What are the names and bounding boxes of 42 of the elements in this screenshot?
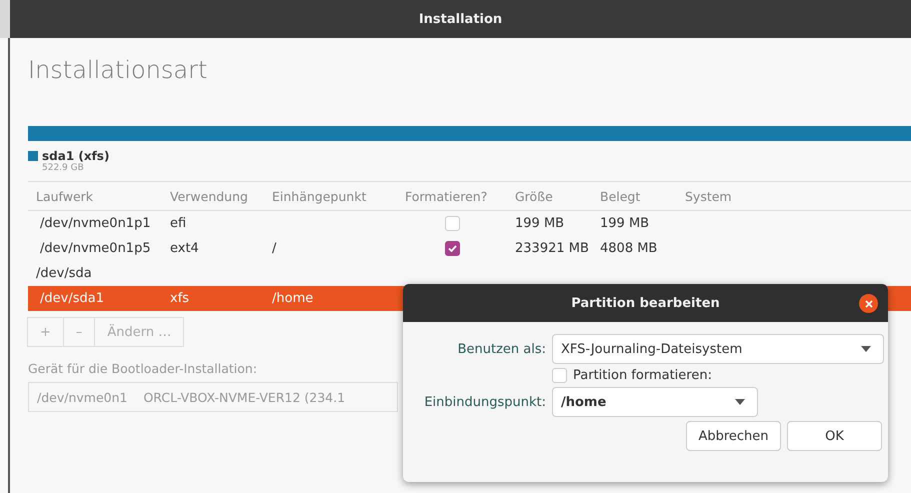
table-row[interactable]: /dev/nvme0n1p5 ext4 / 233921 MB 4808 MB — [28, 236, 911, 261]
table-row[interactable]: /dev/nvme0n1p1 efi 199 MB 199 MB — [28, 211, 911, 236]
caret-icon — [861, 346, 871, 352]
dialog-title: Partition bearbeiten — [571, 296, 720, 310]
window-title: Installation — [418, 12, 502, 26]
table-row[interactable]: /dev/sda — [28, 261, 911, 286]
table-cell-text: / — [272, 241, 278, 256]
format-checkbox[interactable] — [445, 241, 460, 256]
table-cell-text: ext4 — [170, 241, 200, 256]
checkmark-icon — [448, 245, 457, 252]
table-cell-text: 4808 MB — [600, 241, 658, 256]
table-cell-text: 233921 MB — [515, 241, 590, 256]
table-cell-text: efi — [170, 216, 188, 231]
field-label: Benutzen als: — [456, 342, 546, 356]
table-cell-text: /dev/nvme0n1p5 — [39, 241, 152, 256]
cancel-button[interactable]: Abbrechen — [686, 421, 781, 451]
table-cell-text: /dev/sda1 — [39, 291, 105, 306]
table-cell-text: xfs — [170, 291, 190, 306]
filesystem-dropdown[interactable]: XFS-Journaling-Dateisystem — [552, 334, 884, 364]
close-icon — [864, 300, 872, 308]
column-header: Belegt — [600, 188, 642, 204]
column-header: Verwendung — [170, 188, 249, 204]
column-header: Laufwerk — [36, 188, 94, 204]
partition-size: 522.9 GB — [42, 163, 85, 173]
column-header: Einhängepunkt — [272, 188, 368, 204]
page-title: Installationsart — [28, 56, 208, 84]
ok-button[interactable]: OK — [787, 421, 882, 451]
field-label: Einbindungspunkt: — [423, 394, 546, 410]
table-cell-text: /home — [272, 291, 314, 306]
close-button[interactable] — [859, 294, 878, 313]
table-cell-text: 199 MB — [515, 216, 566, 231]
table-cell-text: /dev/sda — [36, 266, 93, 281]
column-header: System — [685, 188, 733, 204]
column-header: Größe — [515, 188, 554, 204]
table-cell-text: 199 MB — [600, 216, 650, 231]
table-cell-text: /dev/nvme0n1p1 — [39, 216, 152, 231]
checkbox-label: Partition formatieren: — [573, 368, 712, 383]
mountpoint-combobox[interactable]: /home — [552, 387, 758, 417]
caret-icon — [735, 399, 745, 405]
partition-label: sda1 (xfs) — [42, 149, 110, 163]
bootloader-label: Gerät für die Bootloader-Installation: — [28, 361, 258, 376]
column-header: Formatieren? — [405, 188, 488, 204]
